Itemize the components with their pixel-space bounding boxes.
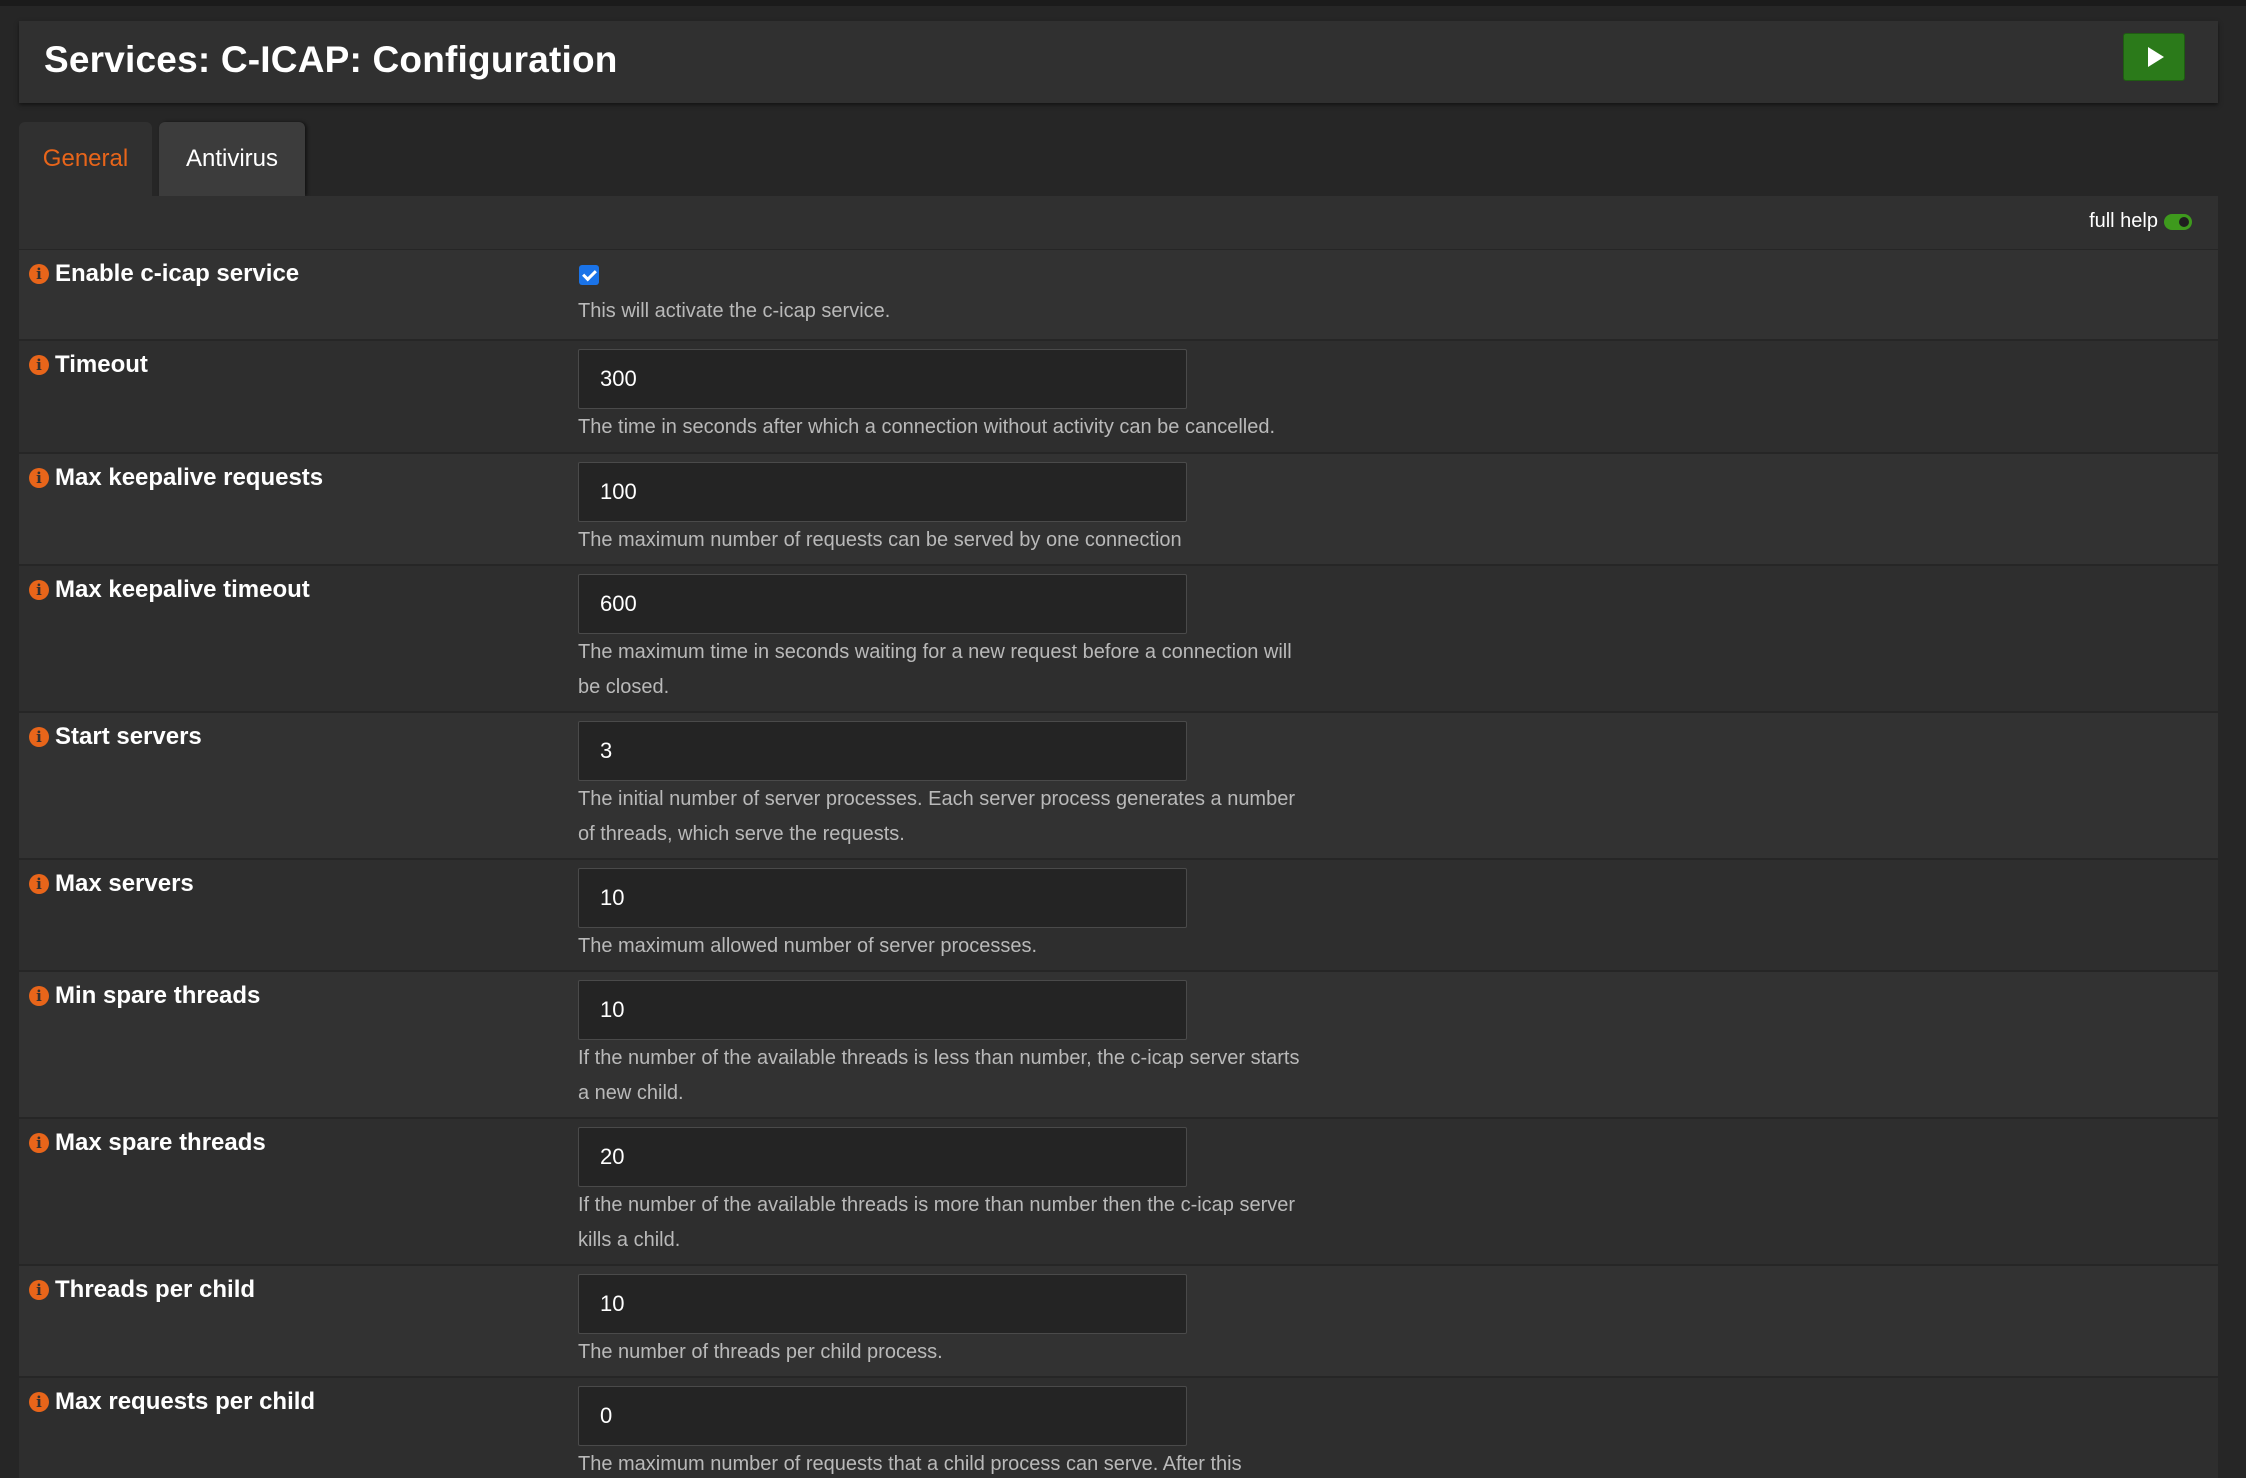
field-label: i Max requests per child: [29, 1388, 315, 1416]
max-keepalive-requests-input[interactable]: [578, 462, 1187, 522]
label-text: Threads per child: [55, 1276, 256, 1303]
field-label: i Min spare threads: [29, 982, 260, 1010]
row-max-keepalive-requests: i Max keepalive requests The maximum num…: [19, 454, 2218, 566]
label-text: Start servers: [55, 723, 202, 750]
row-min-spare-threads: i Min spare threads If the number of the…: [19, 972, 2218, 1119]
row-max-requests-per-child: i Max requests per child The maximum num…: [19, 1378, 2218, 1478]
field-label: i Max spare threads: [29, 1129, 266, 1157]
field-label: i Max servers: [29, 870, 194, 898]
row-max-spare-threads: i Max spare threads If the number of the…: [19, 1119, 2218, 1266]
row-enable-cicap: i Enable c-icap service This will activa…: [19, 250, 2218, 341]
enable-cicap-checkbox[interactable]: [579, 265, 599, 285]
info-icon[interactable]: i: [29, 1280, 49, 1300]
toggle-on-icon: [2164, 213, 2192, 230]
info-icon[interactable]: i: [29, 727, 49, 747]
help-text: The time in seconds after which a connec…: [578, 416, 1276, 438]
info-icon[interactable]: i: [29, 874, 49, 894]
max-keepalive-timeout-input[interactable]: [578, 574, 1187, 634]
full-help-label: full help: [2089, 210, 2158, 232]
label-text: Max requests per child: [55, 1388, 316, 1415]
help-text: This will activate the c-icap service.: [578, 300, 891, 322]
label-text: Timeout: [55, 351, 148, 378]
tab-general[interactable]: General: [19, 122, 152, 196]
help-text: The number of threads per child process.: [578, 1341, 943, 1363]
tab-antivirus[interactable]: Antivirus: [159, 122, 305, 196]
top-strip: [0, 0, 2246, 6]
page-title: Services: C-ICAP: Configuration: [44, 39, 618, 80]
start-servers-input[interactable]: [578, 721, 1187, 781]
info-icon[interactable]: i: [29, 264, 49, 284]
info-icon[interactable]: i: [29, 468, 49, 488]
help-text: The maximum time in seconds waiting for …: [578, 641, 1292, 698]
max-spare-threads-input[interactable]: [578, 1127, 1187, 1187]
help-text: If the number of the available threads i…: [578, 1194, 1296, 1251]
row-start-servers: i Start servers The initial number of se…: [19, 713, 2218, 860]
settings-panel: full help i Enable c-icap service This w…: [19, 196, 2218, 1478]
help-text: If the number of the available threads i…: [578, 1047, 1300, 1104]
info-icon[interactable]: i: [29, 1133, 49, 1153]
min-spare-threads-input[interactable]: [578, 980, 1187, 1040]
field-label: i Timeout: [29, 351, 148, 379]
field-label: i Start servers: [29, 723, 202, 751]
checkmark-icon: [581, 266, 597, 281]
threads-per-child-input[interactable]: [578, 1274, 1187, 1334]
label-text: Min spare threads: [55, 982, 261, 1009]
info-icon[interactable]: i: [29, 986, 49, 1006]
timeout-input[interactable]: [578, 349, 1187, 409]
play-icon: [2148, 47, 2164, 67]
info-icon[interactable]: i: [29, 355, 49, 375]
max-servers-input[interactable]: [578, 868, 1187, 928]
row-threads-per-child: i Threads per child The number of thread…: [19, 1266, 2218, 1378]
field-label: i Max keepalive timeout: [29, 576, 310, 604]
row-max-servers: i Max servers The maximum allowed number…: [19, 860, 2218, 972]
apply-button[interactable]: [2123, 33, 2185, 81]
field-label: i Max keepalive requests: [29, 464, 323, 492]
info-icon[interactable]: i: [29, 580, 49, 600]
info-icon[interactable]: i: [29, 1392, 49, 1412]
full-help-toggle[interactable]: full help: [2089, 210, 2192, 233]
row-max-keepalive-timeout: i Max keepalive timeout The maximum time…: [19, 566, 2218, 713]
label-text: Enable c-icap service: [55, 260, 300, 287]
help-text: The maximum allowed number of server pro…: [578, 935, 1038, 957]
help-bar: full help: [19, 196, 2218, 250]
label-text: Max keepalive timeout: [55, 576, 310, 603]
label-text: Max keepalive requests: [55, 464, 324, 491]
label-text: Max servers: [55, 870, 194, 897]
row-timeout: i Timeout The time in seconds after whic…: [19, 341, 2218, 454]
max-requests-per-child-input[interactable]: [578, 1386, 1187, 1446]
help-text: The maximum number of requests can be se…: [578, 529, 1182, 551]
help-text: The maximum number of requests that a ch…: [578, 1453, 1242, 1475]
field-label: i Enable c-icap service: [29, 260, 299, 288]
help-text: The initial number of server processes. …: [578, 788, 1296, 845]
page-header: Services: C-ICAP: Configuration: [19, 21, 2218, 103]
field-label: i Threads per child: [29, 1276, 255, 1304]
label-text: Max spare threads: [55, 1129, 266, 1156]
